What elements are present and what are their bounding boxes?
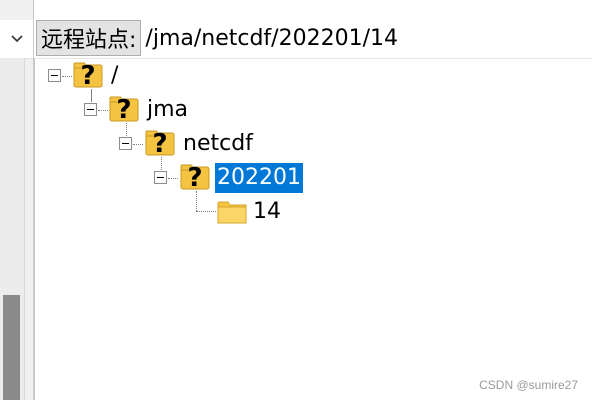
unknown-folder-icon: ? [180,163,210,192]
remote-site-panel: 远程站点: ? / [34,0,592,400]
ftp-client-window: 远程站点: ? / [0,0,592,400]
collapse-toggle[interactable] [154,171,167,184]
tree-node-label-selected: 202201 [215,163,303,193]
scrollbar-thumb[interactable] [3,295,20,400]
unknown-folder-icon: ? [109,95,139,124]
unknown-folder-icon: ? [73,61,103,90]
collapse-toggle[interactable] [48,69,61,82]
svg-text:?: ? [116,95,131,124]
remote-path-input[interactable] [143,20,592,56]
collapse-toggle[interactable] [119,137,132,150]
chevron-down-icon [10,35,23,43]
remote-site-label[interactable]: 远程站点: [36,20,142,56]
remote-address-bar: 远程站点: [36,18,592,58]
svg-text:?: ? [80,61,95,90]
local-site-panel [0,0,34,400]
folder-icon [217,201,247,224]
collapse-toggle[interactable] [84,103,97,116]
tree-node-label: / [111,63,119,88]
watermark: CSDN @sumire27 [479,378,578,392]
unknown-folder-icon: ? [145,129,175,158]
svg-text:?: ? [187,163,202,192]
remote-directory-tree: ? / ? jma ? netcdf ? 202201 14 [34,58,592,400]
tree-node-label: 14 [253,199,281,224]
tree-node-label: jma [147,97,189,122]
local-site-dropdown[interactable] [0,20,33,59]
local-tree-scrollbar[interactable] [0,58,25,400]
svg-text:?: ? [152,129,167,158]
tree-node-label: netcdf [183,131,253,156]
